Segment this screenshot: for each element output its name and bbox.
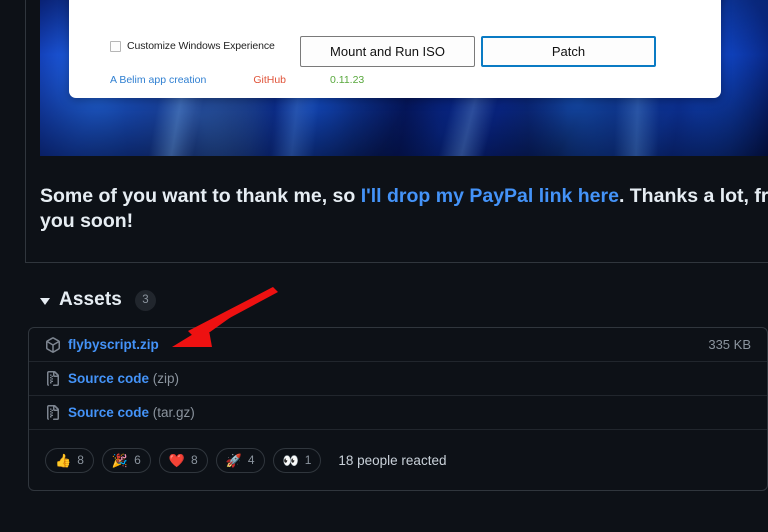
asset-file-name: Source code (68, 405, 150, 420)
belim-app-creation-link[interactable]: A Belim app creation (110, 74, 206, 86)
package-icon (46, 336, 60, 353)
reaction-count: 4 (247, 453, 255, 467)
reactions-bar: 👍 8 🎉 6 ❤️ 8 🚀 4 👀 1 18 people reacted (29, 430, 767, 490)
checkbox-label: Customize Windows Experience (127, 40, 275, 52)
asset-file-name: flybyscript.zip (68, 337, 159, 352)
table-row[interactable]: Source code (zip) (29, 362, 767, 396)
assets-section-divider (25, 262, 768, 263)
thumbs-up-icon: 👍 (55, 452, 72, 468)
patch-button[interactable]: Patch (481, 36, 656, 67)
asset-file-suffix: (zip) (149, 371, 180, 386)
reaction-rocket[interactable]: 🚀 4 (215, 447, 265, 473)
body-text-part2: . Thanks a lot, frie (618, 185, 768, 207)
asset-row-main[interactable]: Source code (zip) (45, 370, 751, 387)
assets-count-badge: 3 (134, 289, 156, 311)
reaction-count: 1 (304, 453, 312, 467)
reaction-count: 6 (134, 453, 141, 467)
release-body-image[interactable]: Customize Windows Experience Mount and R… (40, 0, 768, 156)
reaction-count: 8 (77, 453, 84, 467)
assets-header[interactable]: Assets 3 (40, 289, 156, 311)
assets-title: Assets (59, 289, 122, 310)
table-row[interactable]: flybyscript.zip 335 KB (29, 328, 767, 362)
paypal-link[interactable]: I'll drop my PayPal link here (361, 185, 619, 207)
mount-and-run-iso-button[interactable]: Mount and Run ISO (300, 36, 475, 67)
github-release-page: Customize Windows Experience Mount and R… (0, 0, 768, 532)
reactions-summary: 18 people reacted (338, 452, 447, 468)
eyes-icon: 👀 (282, 452, 299, 468)
asset-name-link[interactable]: flybyscript.zip (68, 337, 159, 352)
github-link[interactable]: GitHub (253, 74, 286, 86)
customize-windows-experience-checkbox[interactable]: Customize Windows Experience (110, 40, 275, 52)
body-text-line2: you soon! (40, 210, 134, 232)
triangle-down-icon[interactable] (40, 297, 50, 305)
party-popper-icon: 🎉 (111, 452, 129, 468)
reaction-heart[interactable]: ❤️ 8 (158, 447, 208, 473)
app-footer-links: A Belim app creation GitHub 0.11.23 (110, 74, 364, 86)
flybyscript-app-window: Customize Windows Experience Mount and R… (69, 0, 721, 98)
asset-name-link[interactable]: Source code (zip) (68, 371, 179, 386)
reaction-thumbs-up[interactable]: 👍 8 (45, 447, 94, 473)
checkbox-box-icon[interactable] (110, 40, 121, 52)
body-text-part1: Some of you want to thank me, so (40, 185, 361, 207)
release-timeline-rule (25, 0, 26, 262)
table-row[interactable]: Source code (tar.gz) (29, 396, 767, 430)
asset-file-suffix: (tar.gz) (149, 405, 195, 420)
file-zip-icon (47, 404, 59, 420)
file-zip-icon (47, 370, 59, 386)
asset-file-size: 335 KB (708, 337, 751, 352)
asset-file-name: Source code (68, 371, 150, 386)
release-body-text: Some of you want to thank me, so I'll dr… (40, 184, 768, 234)
app-version-label: 0.11.23 (330, 74, 365, 86)
asset-row-main[interactable]: Source code (tar.gz) (45, 404, 751, 421)
reaction-eyes[interactable]: 👀 1 (272, 447, 322, 473)
rocket-icon: 🚀 (225, 452, 242, 468)
reaction-party-popper[interactable]: 🎉 6 (101, 447, 151, 473)
asset-name-link[interactable]: Source code (tar.gz) (68, 405, 195, 420)
asset-row-main[interactable]: flybyscript.zip (45, 336, 708, 353)
reaction-count: 8 (190, 453, 198, 467)
heart-icon: ❤️ (168, 452, 185, 468)
assets-list: flybyscript.zip 335 KB Source code (zip) (28, 327, 768, 491)
